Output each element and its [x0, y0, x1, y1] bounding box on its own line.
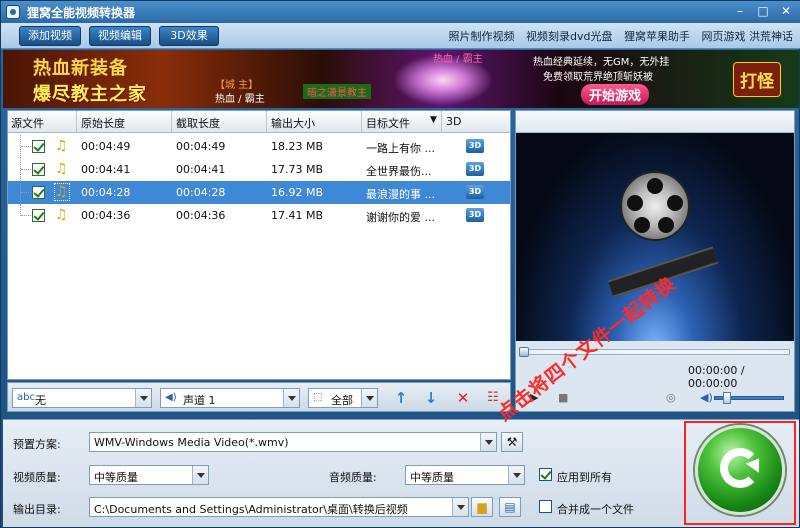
chevron-down-icon[interactable]	[480, 433, 496, 451]
start-game-button[interactable]: 开始游戏	[581, 84, 650, 105]
banner-tag2: 热血 / 霸主	[215, 94, 265, 105]
chevron-down-icon[interactable]	[135, 389, 151, 407]
audio-note-icon: ♫	[54, 183, 70, 201]
audio-note-icon: ♫	[55, 138, 68, 154]
audio-quality-select[interactable]: 中等质量	[405, 465, 525, 485]
title-bar: 狸窝全能视频转换器 – □ ✕	[1, 1, 800, 23]
menu-bar: 添加视频 视频编辑 3D效果 照片制作视频 视频刻录dvd光盘 狸窝苹果助手 网…	[1, 23, 800, 49]
file-list[interactable]: 源文件 原始长度 截取长度 输出大小 目标文件 ▼ 3D ♫ 00:04:49 …	[7, 110, 511, 380]
subtitle-select[interactable]: abc 无	[12, 388, 152, 408]
row-checkbox[interactable]	[32, 163, 45, 176]
minimize-button[interactable]: –	[731, 4, 749, 20]
banner-slogan: 打怪	[733, 62, 781, 97]
row-checkbox[interactable]	[32, 186, 45, 199]
table-row-selected[interactable]: ♫ 00:04:28 00:04:28 16.92 MB 最浪漫的事 ... 3…	[8, 181, 510, 204]
banner-tag4: 热血 / 霸主	[433, 54, 483, 65]
scope-icon: ⬚	[313, 392, 323, 403]
app-icon	[6, 5, 20, 19]
table-row[interactable]: ♫ 00:04:41 00:04:41 17.73 MB 全世界最伤... 3D	[8, 158, 510, 181]
move-up-icon[interactable]: ↑	[392, 389, 410, 407]
col-source[interactable]: 源文件	[11, 115, 44, 131]
delete-icon[interactable]: ✕	[454, 389, 472, 407]
link-apple-helper[interactable]: 狸窝苹果助手	[624, 30, 690, 43]
close-button[interactable]: ✕	[777, 4, 795, 20]
preview-header	[516, 111, 794, 133]
preset-label: 预置方案:	[13, 438, 61, 451]
time-display: 00:00:00 / 00:00:00	[688, 364, 745, 390]
col-cut-length[interactable]: 截取长度	[176, 115, 220, 131]
3d-toggle-icon[interactable]: 3D	[466, 208, 484, 222]
volume-slider[interactable]	[714, 392, 784, 404]
video-edit-button[interactable]: 视频编辑	[89, 26, 151, 46]
speaker-icon: ◀)	[165, 392, 177, 403]
settings-wrench-icon[interactable]: ⚒	[501, 432, 523, 452]
row-checkbox[interactable]	[32, 140, 45, 153]
col-3d[interactable]: 3D	[446, 115, 461, 128]
banner-line2: 爆尽教主之家	[33, 84, 147, 105]
maximize-button[interactable]: □	[754, 4, 772, 20]
preset-select[interactable]: WMV-Windows Media Video(*.wmv)	[89, 432, 497, 452]
file-list-header: 源文件 原始长度 截取长度 输出大小 目标文件 ▼ 3D	[8, 111, 510, 133]
3d-toggle-icon[interactable]: 3D	[466, 139, 484, 153]
chevron-down-icon[interactable]	[508, 466, 524, 484]
volume-icon[interactable]: ◀)	[700, 391, 713, 404]
output-dir-select[interactable]: C:\Documents and Settings\Administrator\…	[89, 497, 469, 517]
link-dvd-burn[interactable]: 视频刻录dvd光盘	[526, 30, 612, 43]
banner-promo2: 免费领取荒界绝顶斩妖被	[543, 72, 653, 83]
video-quality-select[interactable]: 中等质量	[89, 465, 209, 485]
merge-checkbox[interactable]	[539, 500, 552, 513]
banner-tag1: 【城 主】	[215, 80, 259, 91]
window-title: 狸窝全能视频转换器	[27, 6, 136, 20]
film-reel-icon	[620, 171, 690, 241]
audio-quality-label: 音频质量:	[329, 471, 377, 484]
subtitle-icon: abc	[17, 392, 35, 403]
table-row[interactable]: ♫ 00:04:49 00:04:49 18.23 MB 一路上有你 ... 3…	[8, 135, 510, 158]
folder-icon[interactable]: ▆	[471, 497, 493, 517]
move-down-icon[interactable]: ↓	[422, 389, 440, 407]
app-window: 狸窝全能视频转换器 – □ ✕ 添加视频 视频编辑 3D效果 照片制作视频 视频…	[0, 0, 800, 528]
ad-banner[interactable]: 热血新装备 爆尽教主之家 【城 主】 热血 / 霸主 暗之潇景教主 热血 / 霸…	[3, 50, 799, 108]
audio-note-icon: ♫	[55, 161, 68, 177]
audio-note-icon: ♫	[55, 207, 68, 223]
banner-line1: 热血新装备	[33, 58, 128, 79]
table-row[interactable]: ♫ 00:04:36 00:04:36 17.41 MB 谢谢你的爱 ... 3…	[8, 204, 510, 227]
apply-all-checkbox[interactable]	[539, 468, 552, 481]
audio-track-select[interactable]: ◀) 声道 1	[160, 388, 300, 408]
refresh-arrow-icon	[720, 448, 760, 488]
stop-icon[interactable]: ■	[558, 391, 568, 404]
3d-effect-button[interactable]: 3D效果	[159, 26, 219, 46]
list-toolbar: abc 无 ◀) 声道 1 ⬚ 全部 ↑ ↓ ✕ ☷	[7, 382, 511, 412]
banner-promo1: 热血经典延续，无GM，无外挂	[533, 57, 670, 68]
link-photo-video[interactable]: 照片制作视频	[449, 30, 515, 43]
top-links: 照片制作视频 视频刻录dvd光盘 狸窝苹果助手 网页游戏 洪荒神话	[441, 28, 793, 44]
col-output-size[interactable]: 输出大小	[271, 115, 315, 131]
banner-tag3: 暗之潇景教主	[303, 84, 371, 99]
3d-toggle-icon[interactable]: 3D	[466, 162, 484, 176]
col-target-file[interactable]: 目标文件	[366, 115, 410, 131]
apply-all-label: 应用到所有	[557, 471, 612, 484]
row-checkbox[interactable]	[32, 209, 45, 222]
settings-panel: 预置方案: WMV-Windows Media Video(*.wmv) ⚒ 视…	[3, 419, 799, 527]
video-quality-label: 视频质量:	[13, 471, 61, 484]
add-video-button[interactable]: 添加视频	[19, 26, 81, 46]
chevron-down-icon[interactable]	[361, 389, 377, 407]
chevron-down-icon[interactable]	[283, 389, 299, 407]
output-dir-label: 输出目录:	[13, 503, 61, 516]
scope-select[interactable]: ⬚ 全部	[308, 388, 378, 408]
3d-toggle-icon[interactable]: 3D	[466, 185, 484, 199]
snapshot-icon[interactable]: ◎	[666, 391, 676, 404]
chevron-down-icon[interactable]	[192, 466, 208, 484]
link-web-game[interactable]: 网页游戏 洪荒神话	[702, 30, 794, 43]
merge-label: 合并成一个文件	[557, 503, 634, 516]
chevron-down-icon[interactable]	[452, 498, 468, 516]
col-orig-length[interactable]: 原始长度	[81, 115, 125, 131]
convert-button[interactable]	[695, 425, 785, 515]
open-folder-icon[interactable]: ▤	[499, 497, 521, 517]
